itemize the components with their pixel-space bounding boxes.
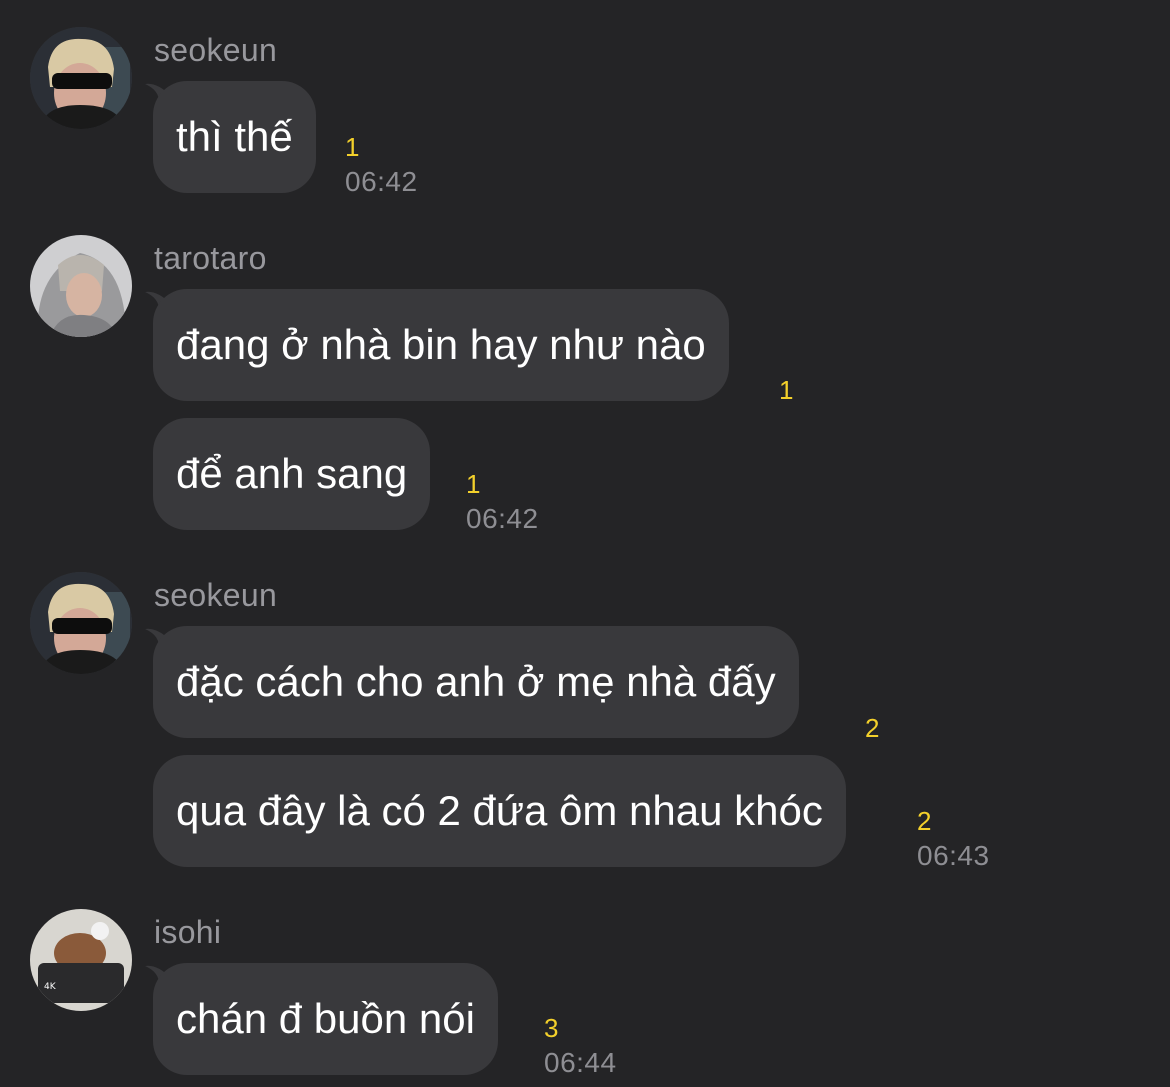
message-bubble[interactable]: thì thế: [153, 81, 316, 193]
profile-photo: 4K: [30, 909, 132, 1011]
unread-count: 1: [345, 132, 360, 162]
message-text: thì thế: [176, 113, 293, 160]
sender-name[interactable]: seokeun: [154, 577, 277, 613]
avatar-seokeun[interactable]: [30, 27, 132, 129]
avatar-isohi[interactable]: 4K: [30, 909, 132, 1011]
message-time: 06:42: [345, 166, 418, 197]
profile-photo: [30, 27, 132, 129]
unread-count: 2: [917, 806, 932, 836]
avatar-tarotaro[interactable]: [30, 235, 132, 337]
message-bubble[interactable]: đặc cách cho anh ở mẹ nhà đấy: [153, 626, 799, 738]
message-text: chán đ buồn nói: [176, 995, 475, 1042]
message-time: 06:43: [917, 840, 990, 871]
avatar-seokeun[interactable]: [30, 572, 132, 674]
message-text: đặc cách cho anh ở mẹ nhà đấy: [176, 658, 776, 705]
unread-count: 2: [865, 713, 880, 743]
message-time: 06:42: [466, 503, 539, 534]
profile-photo: [30, 572, 132, 674]
message-text: để anh sang: [176, 450, 408, 497]
profile-photo: [30, 235, 132, 337]
svg-text:4K: 4K: [44, 982, 57, 992]
unread-count: 3: [544, 1013, 559, 1043]
sender-name[interactable]: isohi: [154, 914, 221, 950]
message-bubble[interactable]: chán đ buồn nói: [153, 963, 498, 1075]
unread-count: 1: [466, 469, 481, 499]
message-text: đang ở nhà bin hay như nào: [176, 321, 706, 368]
message-bubble[interactable]: qua đây là có 2 đứa ôm nhau khóc: [153, 755, 846, 867]
message-time: 06:44: [544, 1047, 617, 1078]
sender-name[interactable]: seokeun: [154, 32, 277, 68]
unread-count: 1: [779, 375, 794, 405]
sender-name[interactable]: tarotaro: [154, 240, 267, 276]
message-text: qua đây là có 2 đứa ôm nhau khóc: [176, 787, 823, 834]
message-bubble[interactable]: đang ở nhà bin hay như nào: [153, 289, 729, 401]
message-bubble[interactable]: để anh sang: [153, 418, 431, 530]
